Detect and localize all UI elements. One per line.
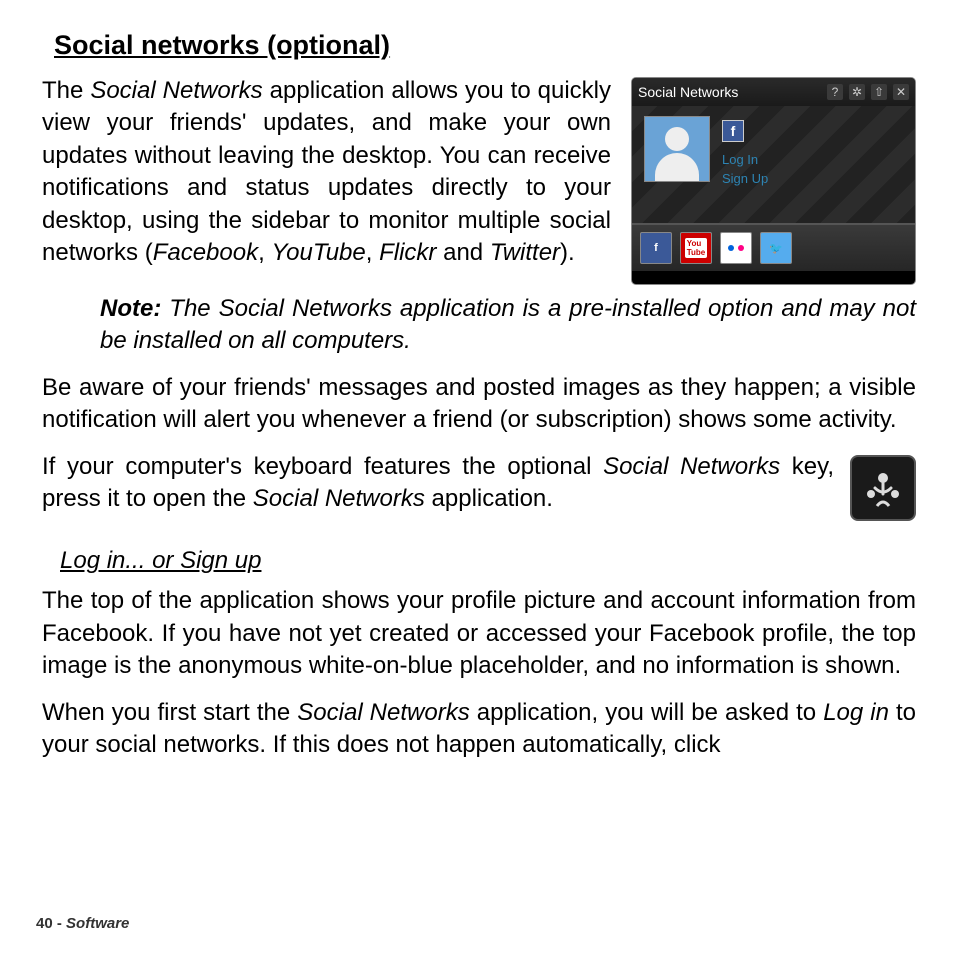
- widget-footer: f YouTube 🐦: [632, 224, 915, 271]
- youtube-icon[interactable]: YouTube: [680, 232, 712, 264]
- section-title: Social networks (optional): [54, 30, 916, 61]
- widget-body: f Log In Sign Up: [632, 106, 915, 224]
- page-number: 40: [36, 915, 53, 932]
- gear-icon[interactable]: ✲: [849, 84, 865, 100]
- twitter-icon[interactable]: 🐦: [760, 232, 792, 264]
- paragraph-5: When you first start the Social Networks…: [42, 697, 916, 762]
- widget-titlebar: Social Networks ? ✲ ⇧ ✕: [632, 78, 915, 106]
- login-link[interactable]: Log In: [722, 152, 768, 167]
- note-body: The Social Networks application is a pre…: [100, 295, 916, 354]
- social-networks-key-icon: [850, 455, 916, 521]
- widget-title: Social Networks: [638, 84, 821, 100]
- paragraph-4: The top of the application shows your pr…: [42, 585, 916, 682]
- facebook-badge-icon: f: [722, 120, 744, 142]
- signup-link[interactable]: Sign Up: [722, 171, 768, 186]
- help-icon[interactable]: ?: [827, 84, 843, 100]
- note-block: Note: The Social Networks application is…: [100, 293, 916, 358]
- facebook-icon[interactable]: f: [640, 232, 672, 264]
- up-arrow-icon[interactable]: ⇧: [871, 84, 887, 100]
- close-icon[interactable]: ✕: [893, 84, 909, 100]
- widget-links: f Log In Sign Up: [722, 120, 768, 186]
- footer-separator: -: [53, 915, 66, 932]
- paragraph-2: Be aware of your friends' messages and p…: [42, 372, 916, 437]
- paragraph-3: If your computer's keyboard features the…: [42, 451, 916, 516]
- flickr-icon[interactable]: [720, 232, 752, 264]
- note-label: Note:: [100, 295, 161, 322]
- avatar-placeholder-icon: [644, 116, 710, 182]
- social-networks-widget: Social Networks ? ✲ ⇧ ✕ f Log In Sign Up…: [631, 77, 916, 285]
- footer-section: Software: [66, 915, 129, 932]
- subsection-title: Log in... or Sign up: [60, 547, 916, 575]
- page-footer: 40 - Software: [36, 915, 129, 932]
